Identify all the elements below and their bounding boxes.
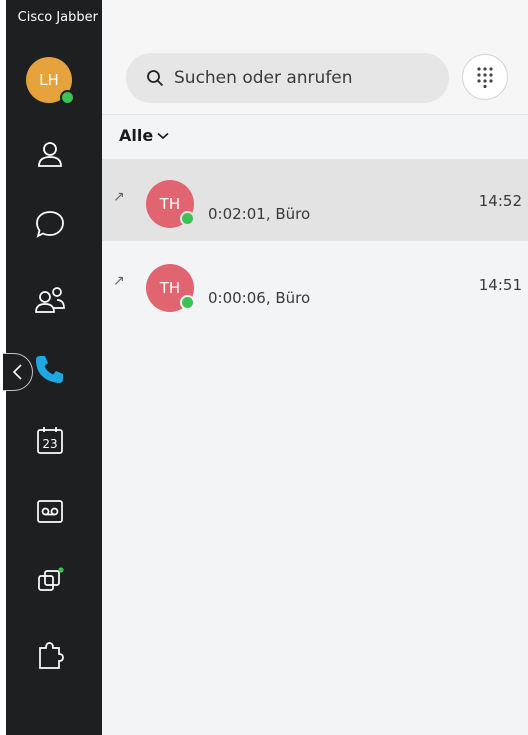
dialpad-icon — [477, 67, 493, 88]
call-time: 14:51 — [478, 276, 522, 294]
contact-avatar: TH — [146, 180, 195, 228]
nav-calendar[interactable]: 23 — [31, 421, 69, 459]
contacts-icon — [38, 142, 62, 167]
phone-icon — [36, 356, 63, 383]
presence-indicator — [180, 295, 195, 310]
main-panel: Suchen oder anrufen Alle ↗ TH 0:02:01, B… — [102, 0, 528, 735]
nav-screen-share[interactable] — [31, 562, 69, 600]
nav-phone[interactable] — [31, 350, 69, 388]
nav-plugins[interactable] — [31, 636, 69, 674]
nav-chat[interactable] — [31, 205, 69, 243]
chevron-left-icon — [12, 364, 22, 380]
filter-dropdown[interactable]: Alle — [119, 126, 169, 145]
call-history-row[interactable]: ↗ TH 0:02:01, Büro 14:52 — [102, 159, 528, 241]
voicemail-icon — [37, 500, 63, 523]
user-avatar[interactable]: LH — [26, 57, 75, 105]
calendar-day: 23 — [42, 437, 57, 451]
chevron-down-icon — [157, 132, 169, 139]
search-input[interactable]: Suchen oder anrufen — [126, 53, 449, 103]
nav-contacts[interactable] — [31, 135, 69, 173]
call-detail: 0:02:01, Büro — [208, 205, 311, 223]
user-initials: LH — [39, 71, 59, 89]
contact-initials: TH — [159, 195, 181, 213]
dialpad-button[interactable] — [462, 54, 508, 100]
search-icon — [147, 70, 164, 87]
presence-indicator — [60, 90, 75, 105]
app-title: Cisco Jabber — [17, 10, 98, 25]
nav-voicemail[interactable] — [31, 492, 69, 530]
chat-icon — [36, 211, 64, 238]
meetings-people-icon — [35, 287, 65, 313]
call-time: 14:52 — [478, 192, 522, 210]
outgoing-call-icon: ↗ — [113, 273, 125, 289]
top-bar: Suchen oder anrufen — [102, 0, 528, 115]
search-placeholder: Suchen oder anrufen — [174, 68, 353, 88]
plugin-icon — [39, 642, 64, 669]
calendar-icon: 23 — [37, 427, 63, 454]
presence-indicator — [180, 211, 195, 226]
screen-share-icon — [38, 567, 64, 591]
call-detail: 0:00:06, Büro — [208, 289, 311, 307]
nav-meetings[interactable] — [31, 280, 69, 318]
contact-initials: TH — [159, 279, 181, 297]
filter-label: Alle — [119, 126, 154, 145]
contact-avatar: TH — [146, 264, 195, 312]
call-history-row[interactable]: ↗ TH 0:00:06, Büro 14:51 — [102, 243, 528, 325]
outgoing-call-icon: ↗ — [113, 189, 125, 205]
